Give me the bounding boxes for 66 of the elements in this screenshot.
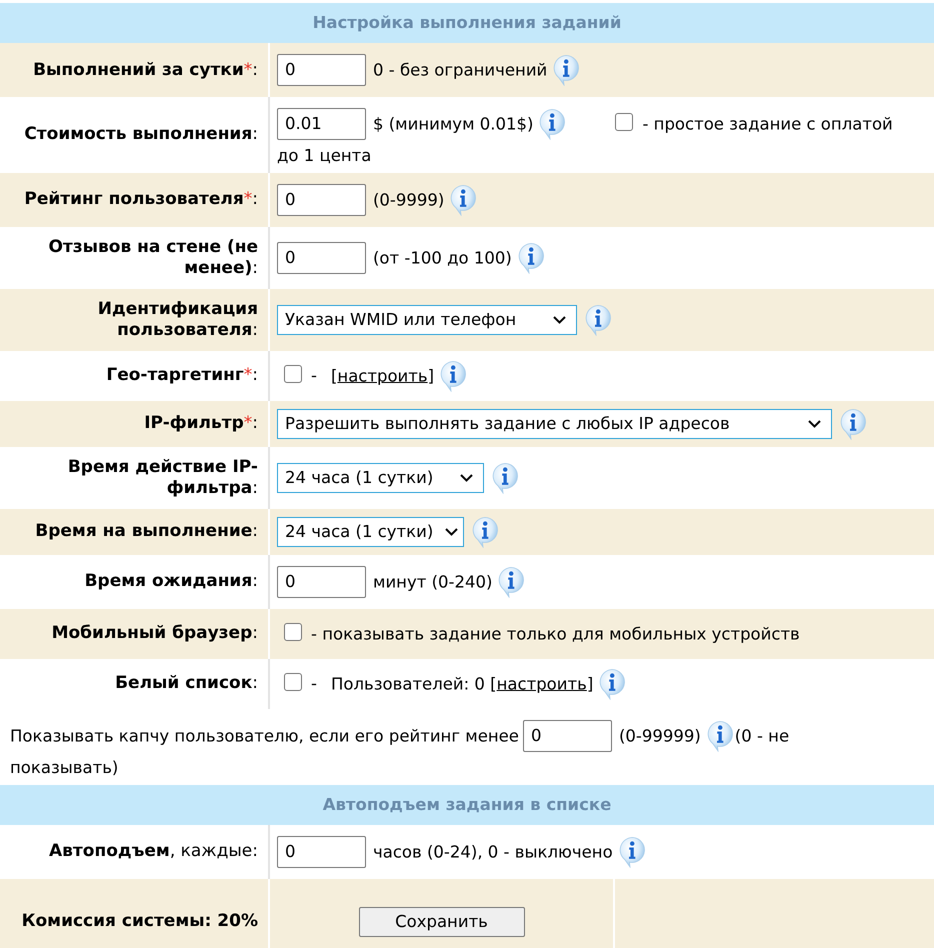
hint-text: - простое задание с оплатой [642,114,893,134]
hint-text: (от -100 до 100) [373,248,512,268]
save-button[interactable]: Сохранить [358,906,524,937]
hint-text: - [311,674,317,694]
dropdown[interactable]: 24 часа (1 сутки) [277,516,464,547]
configure-link[interactable]: настроить [496,674,587,694]
hint-text: минут (0-240) [373,572,492,592]
link-text: Пользователей: 0 [настроить] [330,674,594,694]
dropdown[interactable]: 24 часа (1 сутки) [277,462,484,493]
field-label: Гео-таргетинг*: [106,365,258,386]
hint-text: часов (0-24), 0 - выключено [373,842,613,862]
hint-text: - показывать задание только для мобильных устройств [311,624,800,644]
info-icon[interactable] [838,408,868,440]
info-icon[interactable] [583,304,613,336]
info-icon[interactable] [516,242,546,274]
field-label: Комиссия системы: 20% [22,911,258,932]
info-icon[interactable] [537,108,568,140]
info-icon[interactable] [551,54,582,86]
field-label: Идентификация пользователя: [96,298,258,341]
info-icon[interactable] [597,668,628,700]
text-input[interactable]: 0 [277,566,366,598]
info-icon[interactable] [490,462,520,494]
hint-text: (0-99999) [618,726,701,746]
dropdown[interactable]: Разрешить выполнять задание с любых IP адресов [277,408,832,439]
field-label: Время на выполнение: [35,521,258,542]
hint-text: Показывать капчу пользователю, если его рейтинг менее [10,726,519,746]
hint-text: показывать) [10,758,118,777]
chevron-down-icon [460,474,473,482]
hint-text: (0-9999) [373,190,444,210]
hint-text: 0 - без ограничений [373,60,548,80]
field-label: Рейтинг пользователя*: [24,189,258,210]
info-icon[interactable] [470,516,500,548]
hint-text: $ (минимум 0.01$) [373,114,534,134]
info-icon[interactable] [438,360,468,392]
field-label: Время действие IP-фильтра: [66,456,258,499]
checkbox[interactable] [615,113,634,131]
field-label: Мобильный браузер: [52,623,258,644]
text-input[interactable]: 0 [522,720,612,752]
checkbox[interactable] [284,672,302,691]
section-header: Автоподъем задания в списке [0,784,934,825]
configure-link[interactable]: настроить [337,366,428,386]
info-icon[interactable] [448,184,478,216]
field-label: Время ожидания: [84,571,258,592]
info-icon[interactable] [496,566,526,598]
text-input[interactable]: 0 [277,836,366,868]
text-input[interactable]: 0 [277,242,366,274]
hint-text: - [311,366,317,386]
checkbox[interactable] [284,622,302,641]
chevron-down-icon [808,420,821,428]
chevron-down-icon [445,528,458,536]
text-input[interactable]: 0 [277,54,366,86]
checkbox[interactable] [284,364,302,383]
hint-text: до 1 цента [277,146,372,165]
field-label: Автоподъем, каждые: [49,841,258,862]
field-label: Стоимость выполнения: [24,124,258,146]
chevron-down-icon [553,316,566,324]
field-label: Выполнений за сутки*: [33,60,258,80]
field-label: Отзывов на стене (не менее): [47,236,258,279]
text-input[interactable]: 0.01 [277,108,366,140]
field-label: Белый список: [115,673,258,694]
section-header: Настройка выполнения заданий [0,3,934,43]
field-label: IP-фильтр*: [144,413,258,434]
link-text: [настроить] [330,366,434,386]
hint-text: (0 - не [734,726,790,746]
dropdown[interactable]: Указан WMID или телефон [277,304,577,335]
text-input[interactable]: 0 [277,184,366,216]
